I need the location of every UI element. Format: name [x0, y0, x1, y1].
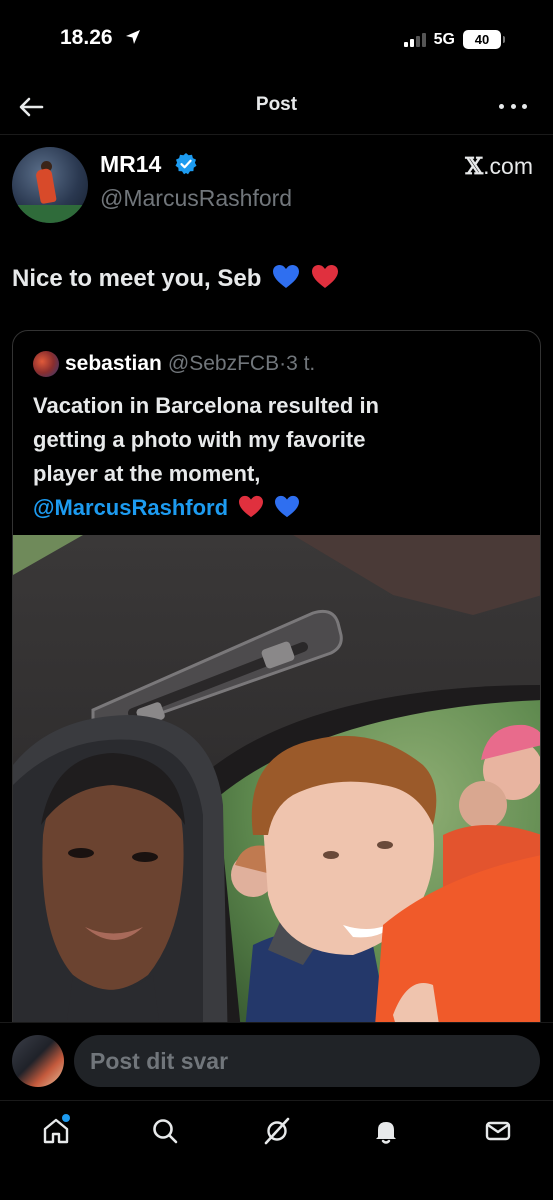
battery-level: 40	[474, 32, 490, 47]
current-user-avatar[interactable]	[12, 1035, 64, 1087]
unread-indicator	[62, 1114, 70, 1122]
selfie-photo-illustration	[13, 535, 540, 1049]
quoted-author-handle: @SebzFCB·3 t.	[168, 352, 315, 376]
tweet-text-content: Nice to meet you, Seb	[12, 265, 262, 292]
author-avatar[interactable]	[12, 147, 88, 223]
notifications-icon[interactable]	[366, 1111, 406, 1151]
battery-icon: 40	[463, 30, 505, 49]
blue-heart-icon	[272, 264, 300, 297]
quoted-text-line-mention: @MarcusRashford	[33, 491, 523, 529]
quoted-text-line: getting a photo with my favorite	[33, 427, 366, 452]
x-logo: 𝕏.com	[465, 153, 533, 180]
quoted-text-line: player at the moment,	[33, 461, 261, 486]
top-navigation-bar: Post	[0, 80, 553, 134]
signal-icon	[403, 32, 426, 47]
more-options-icon[interactable]	[499, 94, 527, 118]
quoted-post-card[interactable]: sebastian @SebzFCB·3 t. Vacation in Barc…	[12, 330, 541, 1050]
quoted-post-header: sebastian @SebzFCB·3 t.	[33, 351, 315, 377]
location-arrow-icon	[124, 28, 142, 52]
tweet-text: Nice to meet you, Seb	[12, 264, 339, 297]
page-title: Post	[255, 94, 298, 115]
author-name-text: MR14	[100, 151, 162, 177]
network-label: 5G	[433, 30, 455, 48]
verified-badge-icon	[174, 152, 198, 176]
search-icon[interactable]	[145, 1111, 185, 1151]
status-indicators: 5G 40	[403, 30, 505, 49]
reply-input[interactable]	[74, 1035, 540, 1087]
author-handle[interactable]: @MarcusRashford	[100, 185, 292, 212]
mention-link[interactable]: @MarcusRashford	[33, 495, 228, 520]
red-heart-icon	[311, 264, 339, 297]
status-time: 18.26	[60, 26, 142, 52]
quoted-time-ago: 3 t.	[286, 352, 316, 375]
quoted-post-text: Vacation in Barcelona resulted in gettin…	[33, 389, 523, 529]
grok-icon[interactable]	[257, 1111, 297, 1151]
home-icon[interactable]	[36, 1111, 76, 1151]
blue-heart-icon	[274, 495, 300, 529]
quoted-text-line: Vacation in Barcelona resulted in	[33, 393, 379, 418]
status-time-text: 18.26	[60, 26, 113, 49]
messages-icon[interactable]	[478, 1111, 518, 1151]
x-logo-text: .com	[483, 153, 533, 179]
reply-bar	[0, 1022, 553, 1100]
bottom-navigation	[0, 1100, 553, 1200]
red-heart-icon	[238, 495, 264, 529]
author-name[interactable]: MR14	[100, 151, 198, 178]
tweet-header: MR14 @MarcusRashford 𝕏.com	[0, 134, 553, 224]
quoted-author-name: sebastian	[65, 352, 162, 375]
quoted-handle-text: @SebzFCB	[167, 352, 280, 375]
quoted-author-avatar	[33, 351, 59, 377]
status-bar: 18.26 5G 40	[0, 0, 553, 80]
quoted-post-photo[interactable]	[13, 535, 540, 1049]
x-logo-icon: 𝕏	[465, 153, 484, 180]
